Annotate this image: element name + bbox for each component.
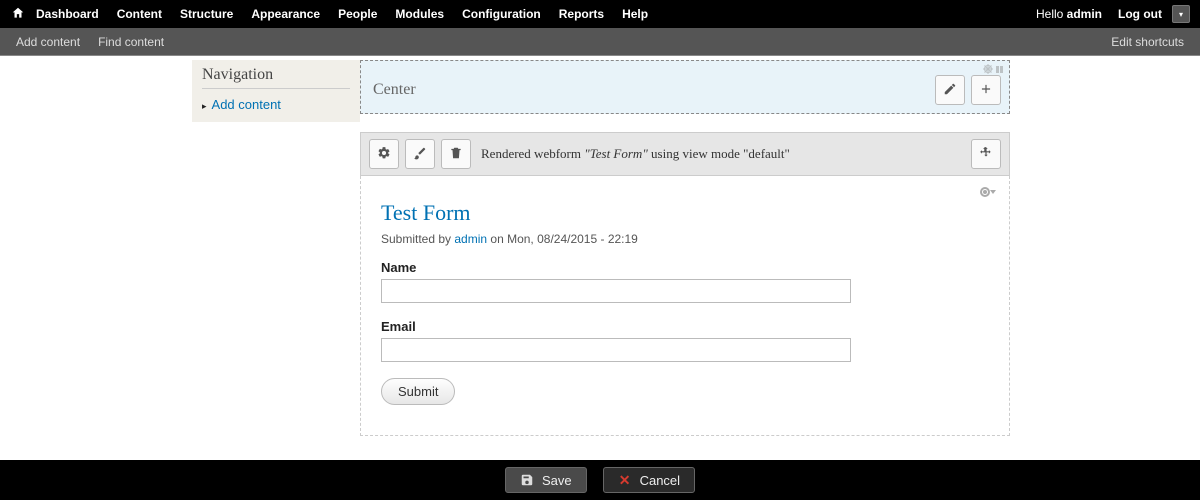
shortcut-toolbar: Add content Find content Edit shortcuts	[0, 28, 1200, 56]
menu-structure[interactable]: Structure	[180, 7, 233, 21]
menu-configuration[interactable]: Configuration	[462, 7, 541, 21]
name-label: Name	[381, 260, 989, 275]
navigation-title: Navigation	[202, 66, 350, 89]
cancel-button[interactable]: ✕ Cancel	[603, 467, 695, 493]
save-icon	[520, 473, 534, 487]
gear-icon	[377, 146, 391, 163]
home-icon[interactable]	[10, 6, 26, 23]
menu-reports[interactable]: Reports	[559, 7, 604, 21]
form-title[interactable]: Test Form	[381, 200, 989, 226]
bottom-action-bar: Save ✕ Cancel	[0, 460, 1200, 500]
edit-shortcuts-link[interactable]: Edit shortcuts	[1111, 35, 1184, 49]
save-label: Save	[542, 473, 572, 488]
comp-desc-name: "Test Form"	[584, 146, 648, 161]
comp-desc-prefix: Rendered webform	[481, 146, 584, 161]
email-input[interactable]	[381, 338, 851, 362]
cancel-icon: ✕	[618, 473, 632, 487]
component-style-button[interactable]	[405, 139, 435, 169]
menu-appearance[interactable]: Appearance	[251, 7, 320, 21]
nav-add-content[interactable]: Add content	[202, 97, 350, 112]
component-delete-button[interactable]	[441, 139, 471, 169]
region-label: Center	[369, 81, 416, 99]
navigation-block: Navigation Add content	[192, 60, 360, 122]
panel-settings-icon[interactable]	[979, 186, 999, 201]
pencil-icon	[943, 82, 957, 99]
region-settings-icon[interactable]	[983, 63, 1005, 78]
sidebar: Navigation Add content	[0, 56, 360, 460]
cancel-label: Cancel	[640, 473, 680, 488]
save-button[interactable]: Save	[505, 467, 587, 493]
region-edit-button[interactable]	[935, 75, 965, 105]
main-column: Center	[360, 56, 1200, 460]
component-header: Rendered webform "Test Form" using view …	[360, 132, 1010, 176]
component-description: Rendered webform "Test Form" using view …	[481, 146, 790, 162]
email-label: Email	[381, 319, 989, 334]
greeting: Hello admin	[1036, 7, 1102, 21]
center-region: Center	[360, 60, 1010, 114]
form-meta-prefix: Submitted by	[381, 232, 454, 246]
admin-toolbar: Dashboard Content Structure Appearance P…	[0, 0, 1200, 28]
plus-icon	[979, 82, 993, 99]
greeting-prefix: Hello	[1036, 7, 1067, 21]
region-add-button[interactable]	[971, 75, 1001, 105]
menu-dashboard[interactable]: Dashboard	[36, 7, 99, 21]
form-meta: Submitted by admin on Mon, 08/24/2015 - …	[381, 232, 989, 246]
move-icon	[979, 146, 993, 163]
menu-people[interactable]: People	[338, 7, 377, 21]
brush-icon	[413, 146, 427, 163]
component-settings-button[interactable]	[369, 139, 399, 169]
submit-button[interactable]: Submit	[381, 378, 455, 405]
menu-content[interactable]: Content	[117, 7, 162, 21]
toolbar-dropdown-icon[interactable]: ▾	[1172, 5, 1190, 23]
name-input[interactable]	[381, 279, 851, 303]
logout-link[interactable]: Log out	[1118, 7, 1162, 21]
form-meta-suffix: on Mon, 08/24/2015 - 22:19	[487, 232, 638, 246]
shortcut-add-content[interactable]: Add content	[16, 35, 80, 49]
menu-help[interactable]: Help	[622, 7, 648, 21]
form-meta-author[interactable]: admin	[454, 232, 487, 246]
shortcut-find-content[interactable]: Find content	[98, 35, 164, 49]
greeting-user[interactable]: admin	[1067, 7, 1102, 21]
component-move-button[interactable]	[971, 139, 1001, 169]
trash-icon	[449, 146, 463, 163]
comp-desc-suffix: using view mode "default"	[648, 146, 790, 161]
menu-modules[interactable]: Modules	[395, 7, 444, 21]
webform-panel: Test Form Submitted by admin on Mon, 08/…	[360, 176, 1010, 436]
